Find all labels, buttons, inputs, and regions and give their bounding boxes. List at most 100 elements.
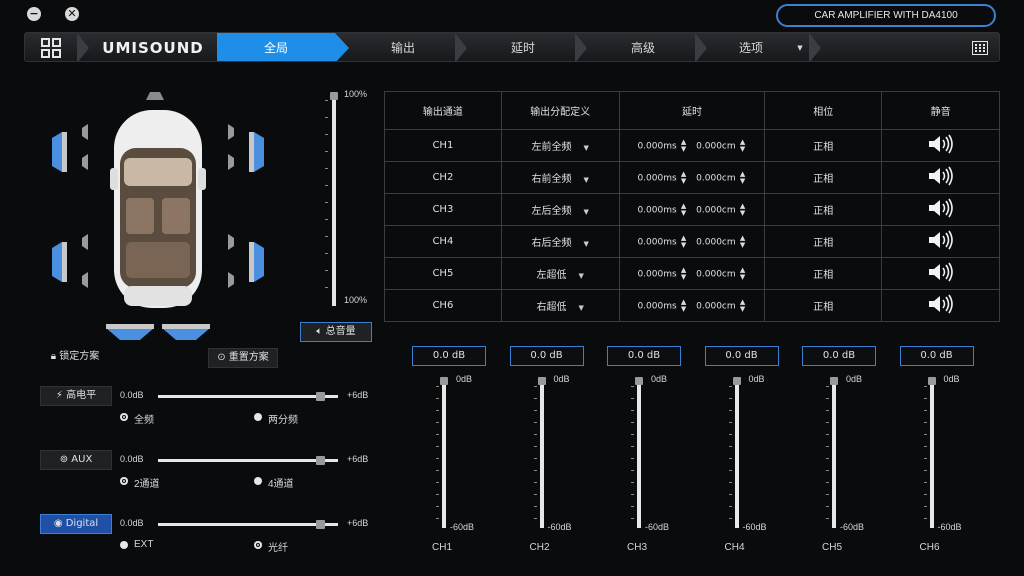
tab-global[interactable]: 全局 xyxy=(217,33,335,61)
input-gain-slider-knob[interactable] xyxy=(316,456,325,465)
gain-slider-track[interactable] xyxy=(637,380,641,528)
phase-button[interactable]: 正相 xyxy=(764,161,883,194)
front-left-speaker-icon[interactable] xyxy=(52,132,67,172)
front-right-speaker-icon[interactable] xyxy=(249,132,264,172)
delay-ms-spinner[interactable]: ▲ ▼ xyxy=(680,266,688,281)
top-speaker-icon[interactable] xyxy=(146,92,164,100)
gain-tick xyxy=(826,422,829,423)
sub-left-speaker-icon[interactable] xyxy=(106,324,154,340)
rear-left-mid-speaker-icon[interactable] xyxy=(82,272,88,288)
reset-preset-button[interactable]: ⊙ 重置方案 xyxy=(208,348,278,368)
delay-ms-spinner[interactable]: ▲ ▼ xyxy=(680,170,688,185)
assign-dropdown[interactable]: 左前全频 ▼ xyxy=(500,129,620,162)
delay-ms-spinner[interactable]: ▲ ▼ xyxy=(680,138,688,153)
gain-slider-track[interactable] xyxy=(539,380,544,528)
gain-slider-track[interactable] xyxy=(734,380,739,528)
gain-value-box[interactable]: 0.0 dB xyxy=(412,346,486,366)
close-button[interactable]: ✕ xyxy=(65,7,79,21)
phase-button[interactable]: 正相 xyxy=(764,225,883,258)
gain-value-box[interactable]: 0.0 dB xyxy=(704,346,779,366)
assign-dropdown[interactable]: 左后全频 ▼ xyxy=(500,193,620,226)
master-volume-button[interactable]: 🔈︎ 总音量 xyxy=(300,322,372,342)
assign-dropdown[interactable]: 左超低 ▼ xyxy=(500,257,620,290)
home-grid-button[interactable] xyxy=(25,33,77,61)
input-gain-slider-track[interactable] xyxy=(158,523,338,526)
front-right-mid-speaker-icon[interactable] xyxy=(228,154,234,170)
lock-preset-button[interactable]: 🔒︎ 锁定方案 xyxy=(40,348,110,368)
input-source-button[interactable]: ◉ Digital xyxy=(40,514,112,534)
gain-value-box[interactable]: 0.0 dB xyxy=(802,346,876,366)
assign-dropdown[interactable]: 右后全频 ▼ xyxy=(500,225,620,258)
input-gain-slider-track[interactable] xyxy=(158,459,338,462)
tab-delay[interactable]: 延时 xyxy=(469,33,577,61)
assign-dropdown[interactable]: 右超低 ▼ xyxy=(500,289,620,322)
mute-button[interactable] xyxy=(881,225,1000,258)
gain-value-box[interactable]: 0.0 dB xyxy=(899,346,974,366)
sub-right-speaker-icon[interactable] xyxy=(162,324,210,340)
gain-tick xyxy=(923,494,927,495)
input-option2-radio[interactable] xyxy=(254,477,262,485)
minimize-button[interactable]: − xyxy=(27,7,41,21)
gain-value-box[interactable]: 0.0 dB xyxy=(509,346,584,366)
mute-button[interactable] xyxy=(881,193,1000,226)
gain-tick xyxy=(533,434,537,435)
rear-left-tweeter-icon[interactable] xyxy=(82,234,88,250)
front-right-tweeter-icon[interactable] xyxy=(228,124,234,140)
tab-output[interactable]: 输出 xyxy=(349,33,457,61)
delay-ms-spinner[interactable]: ▲ ▼ xyxy=(680,234,688,249)
input-gain-slider-track[interactable] xyxy=(158,395,338,398)
gain-slider-track[interactable] xyxy=(832,380,836,528)
gain-slider-knob[interactable] xyxy=(927,377,936,385)
gain-slider-knob[interactable] xyxy=(732,377,741,385)
gain-slider-knob[interactable] xyxy=(537,377,546,385)
phase-button[interactable]: 正相 xyxy=(764,129,883,162)
options-dropdown-icon[interactable]: ▼ xyxy=(793,33,807,61)
gain-slider-knob[interactable] xyxy=(440,377,448,385)
input-option2-radio[interactable] xyxy=(254,541,262,549)
delay-cm-spinner[interactable]: ▲ ▼ xyxy=(739,266,747,281)
front-left-mid-speaker-icon[interactable] xyxy=(82,154,88,170)
input-option1-radio[interactable] xyxy=(120,413,128,421)
master-volume-track[interactable] xyxy=(332,96,336,306)
tab-options[interactable]: 选项 xyxy=(709,33,793,61)
phase-button[interactable]: 正相 xyxy=(764,289,883,322)
input-option1-radio[interactable] xyxy=(120,477,128,485)
input-option2-radio[interactable] xyxy=(254,413,262,421)
phase-button[interactable]: 正相 xyxy=(764,257,883,290)
input-gain-slider-knob[interactable] xyxy=(316,392,325,401)
gain-tick xyxy=(728,482,732,483)
mute-button[interactable] xyxy=(881,129,1000,162)
gain-slider-track[interactable] xyxy=(442,380,446,528)
delay-cm-spinner[interactable]: ▲ ▼ xyxy=(739,202,747,217)
front-left-tweeter-icon[interactable] xyxy=(82,124,88,140)
rear-right-mid-speaker-icon[interactable] xyxy=(228,272,234,288)
gain-value-box[interactable]: 0.0 dB xyxy=(607,346,681,366)
phase-button[interactable]: 正相 xyxy=(764,193,883,226)
rear-right-tweeter-icon[interactable] xyxy=(228,234,234,250)
delay-cm-spinner[interactable]: ▲ ▼ xyxy=(739,170,747,185)
master-volume-knob[interactable] xyxy=(330,92,338,100)
channel-name-label: CH6 xyxy=(919,542,940,553)
input-source-button[interactable]: ⊚ AUX xyxy=(40,450,112,470)
mute-button[interactable] xyxy=(881,161,1000,194)
tab-advanced[interactable]: 高级 xyxy=(589,33,697,61)
rear-right-speaker-icon[interactable] xyxy=(249,242,264,282)
input-source-button[interactable]: ⚡ 高电平 xyxy=(40,386,112,406)
rear-left-speaker-icon[interactable] xyxy=(52,242,67,282)
delay-ms-spinner[interactable]: ▲ ▼ xyxy=(680,202,688,217)
keypad-button[interactable] xyxy=(963,33,997,61)
delay-cm-spinner[interactable]: ▲ ▼ xyxy=(739,234,747,249)
mute-button[interactable] xyxy=(881,289,1000,322)
gain-tick xyxy=(436,434,439,435)
gain-slider-track[interactable] xyxy=(929,380,934,528)
gain-slider-knob[interactable] xyxy=(635,377,643,385)
gain-tick xyxy=(728,398,732,399)
delay-ms-spinner[interactable]: ▲ ▼ xyxy=(680,298,688,313)
delay-cm-spinner[interactable]: ▲ ▼ xyxy=(739,138,747,153)
assign-dropdown[interactable]: 右前全频 ▼ xyxy=(500,161,620,194)
input-gain-slider-knob[interactable] xyxy=(316,520,325,529)
input-option1-radio[interactable] xyxy=(120,541,128,549)
mute-button[interactable] xyxy=(881,257,1000,290)
gain-slider-knob[interactable] xyxy=(830,377,838,385)
delay-cm-spinner[interactable]: ▲ ▼ xyxy=(739,298,747,313)
